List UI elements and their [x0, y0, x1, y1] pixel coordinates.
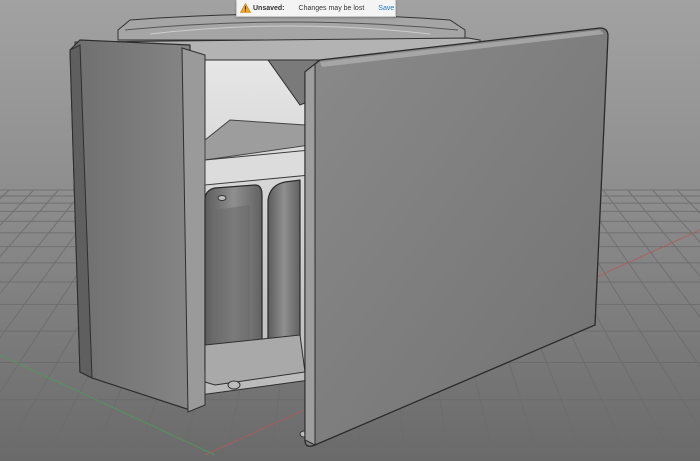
top-boss [117, 13, 466, 41]
peg-bottom [227, 380, 241, 390]
right-slot [267, 179, 301, 363]
unsaved-message: Changes may be lost [298, 4, 365, 12]
unsaved-title: Unsaved: [253, 4, 285, 12]
warning-icon [237, 3, 253, 13]
front-panel-edge [304, 62, 316, 446]
unsaved-notification: Unsaved: Changes may be lost Save [236, 0, 396, 17]
3d-viewport[interactable] [0, 0, 700, 461]
peg-top [217, 195, 227, 201]
save-link[interactable]: Save [378, 5, 394, 12]
